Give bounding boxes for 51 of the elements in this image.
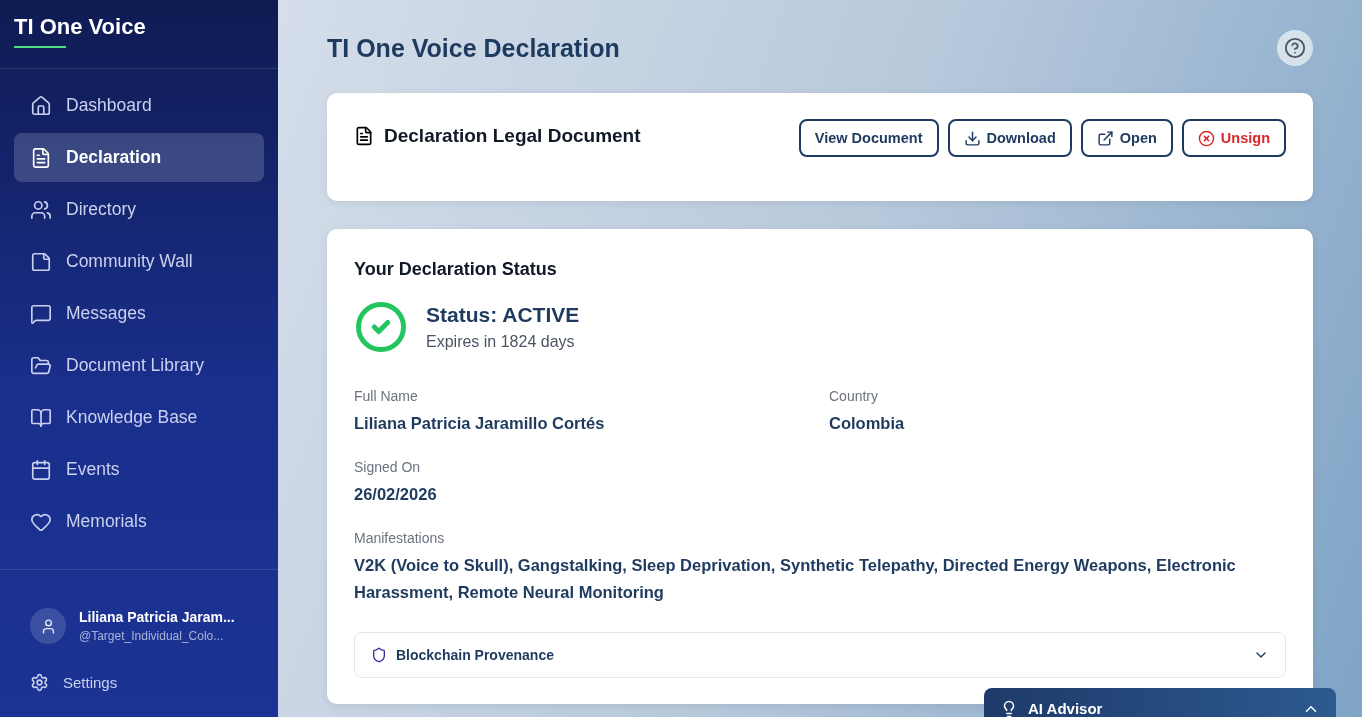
nav-item[interactable]: Knowledge Base — [14, 393, 264, 442]
nav-item[interactable]: Document Library — [14, 341, 264, 390]
help-icon — [1284, 37, 1306, 59]
status-text: Status: ACTIVE — [426, 303, 580, 327]
settings-icon — [30, 673, 49, 692]
action-button[interactable]: View Document — [798, 119, 939, 157]
external-link-icon — [1096, 129, 1114, 147]
book-icon — [30, 406, 52, 429]
action-button[interactable]: Download — [947, 119, 1072, 157]
field-value: Liliana Patricia Jaramillo Cortés — [354, 413, 606, 434]
field-label: Country — [829, 388, 880, 404]
calendar-icon — [30, 458, 52, 481]
help-button[interactable] — [1277, 30, 1313, 66]
field-label: Full Name — [354, 388, 419, 404]
page-title: TI One Voice Declaration — [327, 33, 620, 63]
brand-underline — [14, 46, 66, 48]
page-icon — [30, 250, 52, 273]
field-value: V2K (Voice to Skull), Gangstalking, Sleep Deprivation, Synthetic Telepathy, Directed Energy Weapons, Electronic Harassment, Remote Neural Monitoring — [354, 555, 1237, 603]
document-icon — [30, 146, 52, 169]
provenance-accordion[interactable]: Blockchain Provenance — [354, 632, 1286, 678]
avatar[interactable] — [30, 608, 66, 644]
field-label: Signed On — [354, 459, 422, 475]
field-label: Manifestations — [354, 530, 446, 546]
home-icon — [30, 94, 52, 117]
shield-icon — [371, 647, 387, 663]
expiry-text: Expires in 1824 days — [426, 333, 576, 351]
message-icon — [30, 302, 52, 325]
user-name: Liliana Patricia Jaram... — [79, 609, 235, 625]
nav-item[interactable]: Declaration — [14, 133, 264, 182]
users-icon — [30, 198, 52, 221]
card-title: Declaration Legal Document — [384, 125, 641, 147]
document-icon — [354, 126, 374, 146]
nav-item[interactable]: Messages — [14, 289, 264, 338]
field-value: Colombia — [829, 413, 906, 434]
action-button[interactable]: Unsign — [1181, 119, 1286, 157]
action-button[interactable]: Open — [1080, 119, 1173, 157]
nav-item[interactable]: Memorials — [14, 497, 264, 546]
download-icon — [963, 129, 981, 147]
ai-advisor-panel[interactable]: AI Advisor — [984, 688, 1336, 717]
settings-link[interactable]: Settings — [0, 644, 278, 717]
nav-item[interactable]: Events — [14, 445, 264, 494]
nav-item[interactable]: Community Wall — [14, 237, 264, 286]
app-name: TI One Voice — [14, 14, 147, 40]
nav-item[interactable]: Directory — [14, 185, 264, 234]
check-circle-icon — [354, 300, 408, 354]
user-handle: @Target_Individual_Colo... — [79, 629, 225, 643]
cancel-icon — [1197, 129, 1215, 147]
nav-item[interactable]: Dashboard — [14, 81, 264, 130]
section-title: Your Declaration Status — [354, 259, 558, 280]
folder-icon — [30, 354, 52, 377]
field-value: 26/02/2026 — [354, 484, 438, 505]
